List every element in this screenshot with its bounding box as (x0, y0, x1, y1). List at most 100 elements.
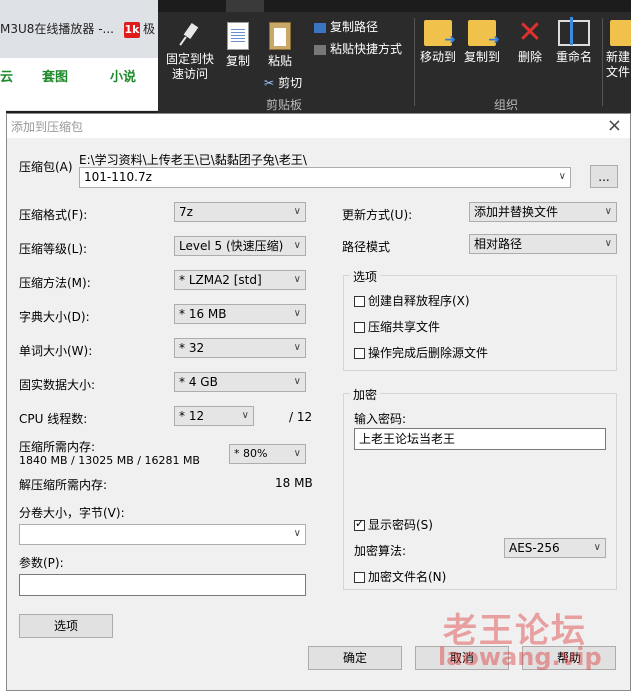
pin-icon (179, 22, 201, 48)
browser-site-nav: 云 套图 小说 (0, 58, 158, 111)
button-label: 粘贴快捷方式 (330, 42, 403, 56)
decompress-memory-label: 解压缩所需内存: (19, 478, 108, 492)
encryption-method-label: 加密算法: (354, 544, 407, 558)
cpu-threads-label: CPU 线程数: (19, 412, 88, 426)
browse-button[interactable]: ... (590, 165, 618, 188)
chevron-down-icon: ∨ (293, 206, 301, 217)
paste-shortcut-icon (314, 44, 326, 55)
encrypt-filenames-checkbox[interactable]: 加密文件名(N) (354, 568, 446, 585)
nav-link-novel[interactable]: 小说 (110, 66, 136, 85)
cancel-button[interactable]: 取消 (415, 646, 509, 670)
copy-folder-icon (468, 20, 500, 48)
help-button[interactable]: 帮助 (522, 646, 616, 670)
cpu-threads-value: * 12 (179, 409, 205, 423)
copy-button[interactable]: 复制 (220, 22, 256, 69)
button-label: 移动到 (419, 50, 456, 64)
button-label: 剪切 (278, 76, 303, 90)
ribbon-divider (414, 18, 415, 106)
chevron-down-icon: ∨ (558, 171, 566, 182)
checkbox-label: 压缩共享文件 (368, 320, 441, 334)
options-button[interactable]: 选项 (19, 614, 113, 638)
rename-button[interactable]: 重命名 (552, 17, 596, 65)
update-mode-value: 添加并替换文件 (474, 205, 559, 219)
path-mode-label: 路径模式 (342, 240, 391, 254)
split-volume-combobox[interactable]: ∨ (19, 524, 306, 545)
word-size-value: * 32 (179, 341, 205, 355)
dictionary-label: 字典大小(D): (19, 310, 90, 324)
password-label: 输入密码: (354, 412, 407, 426)
level-select[interactable]: Level 5 (快速压缩) ∨ (174, 236, 306, 256)
dictionary-select[interactable]: * 16 MB ∨ (174, 304, 306, 324)
paste-shortcut-button[interactable]: 粘贴快捷方式 (314, 40, 402, 57)
clipboard-icon (269, 22, 291, 50)
show-password-checkbox[interactable]: 显示密码(S) (354, 516, 433, 533)
encryption-method-value: AES-256 (509, 541, 560, 555)
format-value: 7z (179, 205, 193, 219)
delete-button[interactable]: ✕ 删除 (512, 18, 548, 65)
copy-to-button[interactable]: 复制到 (460, 20, 504, 65)
button-label: 新建 (606, 50, 631, 64)
parameters-input[interactable] (19, 574, 306, 596)
options-group-label: 选项 (350, 268, 381, 285)
scissors-icon: ✂ (264, 76, 275, 90)
archive-label: 压缩包(A) (19, 160, 73, 174)
browser-tab-m3u8[interactable]: M3U8在线播放器 -... (0, 20, 114, 37)
button-label: 复制路径 (330, 20, 379, 34)
solid-block-select[interactable]: * 4 GB ∨ (174, 372, 306, 392)
memory-label: 压缩所需内存: (19, 440, 96, 454)
dictionary-value: * 16 MB (179, 307, 227, 321)
close-button[interactable]: × (607, 115, 622, 136)
pin-quick-access-button[interactable]: 固定到快 速访问 (164, 22, 216, 82)
memory-detail: 1840 MB / 13025 MB / 16281 MB (19, 454, 200, 467)
browser-tab-strip: M3U8在线播放器 -... 1k 极 (0, 0, 158, 58)
chevron-down-icon: ∨ (604, 238, 612, 249)
checkbox-label: 创建自释放程序(X) (368, 294, 470, 308)
format-select[interactable]: 7z ∨ (174, 202, 306, 222)
level-value: Level 5 (快速压缩) (179, 239, 284, 253)
checkbox-box (354, 322, 365, 333)
update-mode-select[interactable]: 添加并替换文件 ∨ (469, 202, 617, 222)
cpu-threads-select[interactable]: * 12 ∨ (174, 406, 254, 426)
archive-name-value: 101-110.7z (84, 170, 152, 184)
browser-tab-title: M3U8在线播放器 -... (0, 22, 114, 36)
browser-tab-title: 极 (143, 22, 156, 36)
word-size-select[interactable]: * 32 ∨ (174, 338, 306, 358)
method-select[interactable]: * LZMA2 [std] ∨ (174, 270, 306, 290)
chevron-down-icon: ∨ (241, 410, 249, 421)
chevron-down-icon: ∨ (293, 528, 301, 539)
button-label: 速访问 (171, 67, 208, 81)
nav-link[interactable]: 云 (0, 66, 13, 85)
new-folder-button[interactable]: 新建 文件 (606, 20, 631, 80)
memory-percent-select[interactable]: * 80% ∨ (229, 444, 306, 464)
ok-button[interactable]: 确定 (308, 646, 402, 670)
button-label: 复制到 (463, 50, 500, 64)
button-label: 固定到快 (165, 52, 214, 66)
method-label: 压缩方法(M): (19, 276, 91, 290)
ribbon-tab-home[interactable] (226, 0, 264, 12)
checkbox-box (354, 296, 365, 307)
chevron-down-icon: ∨ (293, 274, 301, 285)
chevron-down-icon: ∨ (293, 448, 301, 459)
archive-name-combobox[interactable]: 101-110.7z ∨ (79, 167, 571, 188)
cut-button[interactable]: ✂ 剪切 (264, 74, 302, 91)
browser-tab-1k[interactable]: 1k 极 (124, 20, 155, 38)
sfx-checkbox[interactable]: 创建自释放程序(X) (354, 292, 470, 309)
memory-percent-value: * 80% (234, 447, 268, 460)
move-folder-icon (424, 20, 456, 48)
paste-button[interactable]: 粘贴 (262, 22, 298, 69)
copy-icon (227, 22, 249, 50)
encryption-method-select[interactable]: AES-256 ∨ (504, 538, 606, 558)
checkbox-label: 加密文件名(N) (368, 570, 447, 584)
copy-path-button[interactable]: 复制路径 (314, 18, 378, 35)
shared-files-checkbox[interactable]: 压缩共享文件 (354, 318, 440, 335)
password-input[interactable]: 上老王论坛当老王 (354, 428, 606, 450)
checkbox-label: 显示密码(S) (368, 518, 433, 532)
nav-link-gallery[interactable]: 套图 (42, 66, 68, 85)
path-mode-select[interactable]: 相对路径 ∨ (469, 234, 617, 254)
dialog-titlebar: 添加到压缩包 × (7, 114, 630, 138)
delete-after-checkbox[interactable]: 操作完成后删除源文件 (354, 344, 488, 361)
level-label: 压缩等级(L): (19, 242, 88, 256)
move-to-button[interactable]: 移动到 (416, 20, 460, 65)
checkbox-label: 操作完成后删除源文件 (368, 346, 489, 360)
format-label: 压缩格式(F): (19, 208, 88, 222)
